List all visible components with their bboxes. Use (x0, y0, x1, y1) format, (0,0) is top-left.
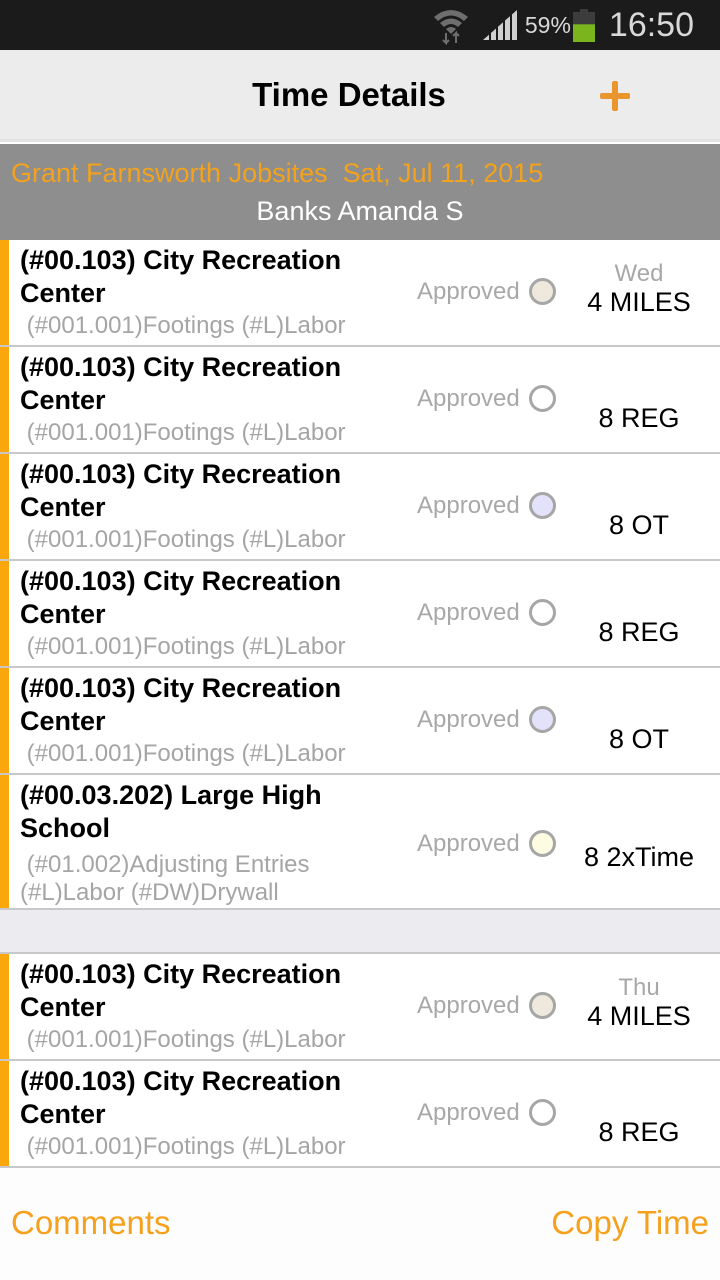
cost-code: (#001.001)Footings (#L)Labor (20, 1133, 346, 1160)
battery-percent: 59% (524, 11, 571, 38)
entry-status-bar (0, 561, 9, 666)
cost-code: (#001.001)Footings (#L)Labor (20, 312, 346, 339)
approval-indicator-icon (529, 1099, 556, 1126)
approval-status: Approved (417, 706, 520, 733)
cost-code: (#001.001)Footings (#L)Labor (20, 1026, 346, 1053)
entry-status-bar (0, 668, 9, 773)
status-bar: 59% 16:50 (0, 0, 720, 50)
signal-icon (482, 10, 517, 40)
comments-button[interactable]: Comments (11, 1204, 171, 1242)
entry-status-bar (0, 240, 9, 345)
employee-name: Banks Amanda S (256, 196, 464, 226)
entry-day: Thu (618, 974, 660, 1001)
approval-indicator-icon (529, 992, 556, 1019)
clock: 16:50 (608, 5, 694, 44)
entry-quantity: 8 OT (608, 510, 669, 540)
entry-quantity: 4 MILES (587, 1001, 691, 1031)
footer-bar: Comments Copy Time (0, 1190, 720, 1260)
job-name: (#00.103) City Recreation Center (20, 673, 342, 736)
entry-quantity: 8 2xTime (583, 842, 695, 872)
approval-indicator-icon (529, 278, 556, 305)
cost-code: (#001.001)Footings (#L)Labor (20, 419, 346, 446)
entry-day: Wed (614, 260, 664, 287)
entry-quantity: 8 REG (598, 617, 680, 647)
approval-indicator-icon (529, 830, 556, 857)
time-entry-row[interactable]: (#00.103) City Recreation Center (#001.0… (0, 954, 720, 1061)
job-name: (#00.103) City Recreation Center (20, 245, 342, 308)
entry-quantity: 8 REG (598, 403, 680, 433)
time-entry-row[interactable]: (#00.103) City Recreation Center (#001.0… (0, 561, 720, 668)
job-name: (#00.103) City Recreation Center (20, 1066, 342, 1129)
approval-indicator-icon (529, 492, 556, 519)
entry-status-bar (0, 775, 9, 908)
cost-code: (#01.002)Adjusting Entries (#L)Labor (#D… (20, 851, 310, 906)
approval-indicator-icon (529, 706, 556, 733)
wifi-icon (433, 10, 468, 45)
entry-quantity: 4 MILES (587, 287, 691, 317)
entry-quantity: 8 REG (598, 1117, 680, 1147)
approval-indicator-icon (529, 599, 556, 626)
time-entry-row[interactable]: (#00.103) City Recreation Center (#001.0… (0, 668, 720, 775)
cost-code: (#001.001)Footings (#L)Labor (20, 633, 346, 660)
approval-status: Approved (417, 1099, 520, 1126)
copy-time-button[interactable]: Copy Time (551, 1204, 709, 1242)
job-name: (#00.103) City Recreation Center (20, 352, 342, 415)
approval-status: Approved (417, 492, 520, 519)
entry-status-bar (0, 347, 9, 452)
approval-indicator-icon (529, 385, 556, 412)
time-entry-row[interactable]: (#00.103) City Recreation Center (#001.0… (0, 1061, 720, 1168)
entry-status-bar (0, 1061, 9, 1166)
entry-status-bar (0, 954, 9, 1059)
company-date: Grant Farnsworth Jobsites Sat, Jul 11, 2… (11, 158, 544, 188)
time-entry-list[interactable]: (#00.103) City Recreation Center (#001.0… (0, 240, 720, 1168)
entry-status-bar (0, 454, 9, 559)
timesheet-header: Grant Farnsworth Jobsites Sat, Jul 11, 2… (0, 144, 720, 240)
day-separator (0, 910, 720, 954)
approval-status: Approved (417, 278, 520, 305)
cost-code: (#001.001)Footings (#L)Labor (20, 526, 346, 553)
entry-quantity: 8 OT (608, 724, 669, 754)
time-entry-row[interactable]: (#00.103) City Recreation Center (#001.0… (0, 240, 720, 347)
add-time-button[interactable] (600, 81, 630, 111)
battery-icon (572, 8, 595, 42)
job-name: (#00.103) City Recreation Center (20, 459, 342, 522)
time-entry-row[interactable]: (#00.103) City Recreation Center (#001.0… (0, 347, 720, 454)
time-entry-row[interactable]: (#00.103) City Recreation Center (#001.0… (0, 454, 720, 561)
approval-status: Approved (417, 992, 520, 1019)
page-title: Time Details (252, 75, 446, 113)
job-name: (#00.03.202) Large High School (20, 780, 322, 843)
time-entry-row[interactable]: (#00.03.202) Large High School (#01.002)… (0, 775, 720, 910)
job-name: (#00.103) City Recreation Center (20, 959, 342, 1022)
job-name: (#00.103) City Recreation Center (20, 566, 342, 629)
approval-status: Approved (417, 830, 520, 857)
approval-status: Approved (417, 385, 520, 412)
cost-code: (#001.001)Footings (#L)Labor (20, 740, 346, 767)
action-bar: Time Details (0, 50, 720, 142)
approval-status: Approved (417, 599, 520, 626)
